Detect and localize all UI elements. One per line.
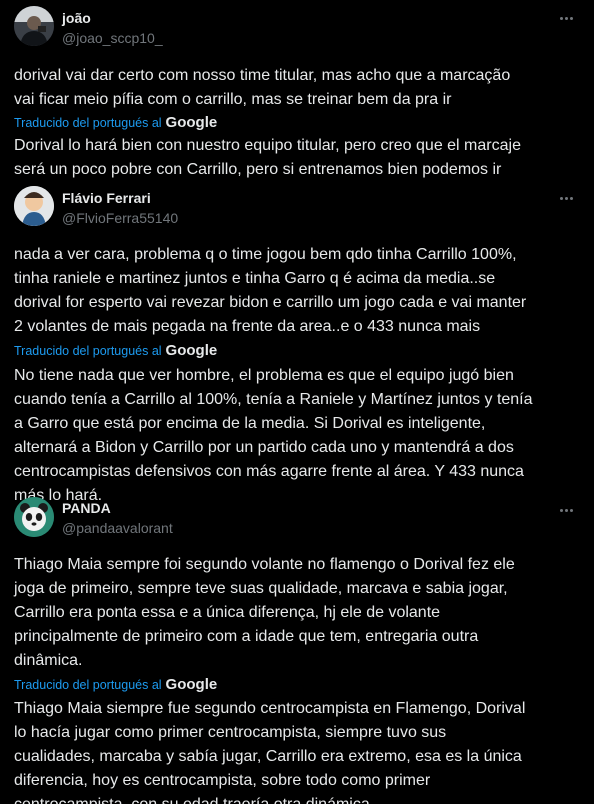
translation-attribution[interactable]: Traducido del portugués al Google bbox=[14, 114, 217, 131]
translation-attribution[interactable]: Traducido del portugués al Google bbox=[14, 342, 217, 359]
translation-attribution[interactable]: Traducido del portugués al Google bbox=[14, 676, 217, 693]
author-name[interactable]: joão bbox=[62, 10, 91, 26]
google-logo: Google bbox=[165, 342, 218, 359]
more-options-icon[interactable] bbox=[554, 190, 578, 206]
author-name[interactable]: Flávio Ferrari bbox=[62, 190, 151, 206]
post-text: Thiago Maia sempre foi segundo volante n… bbox=[14, 556, 515, 669]
translation-label: Traducido del portugués al bbox=[14, 116, 162, 130]
translation-text: Thiago Maia siempre fue segundo centroca… bbox=[14, 700, 526, 804]
author-handle[interactable]: @joao_sccp10_ bbox=[62, 30, 163, 46]
google-logo: Google bbox=[165, 676, 218, 693]
more-options-icon[interactable] bbox=[554, 502, 578, 518]
translation-text: Dorival lo hará bien con nuestro equipo … bbox=[14, 137, 521, 178]
more-options-icon[interactable] bbox=[554, 10, 578, 26]
translation-text: No tiene nada que ver hombre, el problem… bbox=[14, 367, 533, 504]
avatar[interactable] bbox=[14, 497, 54, 537]
person-photo-icon bbox=[14, 6, 54, 46]
cartoon-avatar-icon bbox=[14, 186, 54, 226]
translation-label: Traducido del portugués al bbox=[14, 344, 162, 358]
author-handle[interactable]: @FlvioFerra55140 bbox=[62, 210, 178, 226]
avatar[interactable] bbox=[14, 6, 54, 46]
panda-avatar-icon bbox=[14, 497, 54, 537]
google-logo: Google bbox=[165, 114, 218, 131]
translation-label: Traducido del portugués al bbox=[14, 678, 162, 692]
post-text: nada a ver cara, problema q o time jogou… bbox=[14, 246, 527, 335]
avatar[interactable] bbox=[14, 186, 54, 226]
author-name[interactable]: PANDA bbox=[62, 500, 111, 516]
author-handle[interactable]: @pandaavalorant bbox=[62, 520, 173, 536]
post-text: dorival vai dar certo com nosso time tit… bbox=[14, 67, 511, 108]
